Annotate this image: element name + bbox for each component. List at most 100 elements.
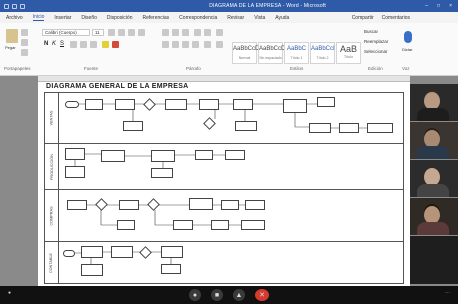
document-heading: DIAGRAMA GENERAL DE LA EMPRESA <box>46 83 189 90</box>
style-heading-1[interactable]: AaBbC Título 1 <box>284 42 309 64</box>
align-left-icon[interactable] <box>162 41 169 48</box>
save-icon[interactable] <box>12 3 17 9</box>
font-group: Calibri (Cuerpo) 11 N K S <box>40 25 156 63</box>
more-options-icon[interactable]: ⋯ <box>445 290 450 296</box>
group-label-paragraph: Párrafo <box>186 66 201 71</box>
grow-font-icon[interactable] <box>108 29 115 36</box>
underline-icon[interactable]: S <box>60 41 64 47</box>
connector-lines <box>74 153 225 168</box>
group-label-voice: Voz <box>402 66 410 71</box>
style-name: Título <box>344 55 353 59</box>
share-screen-button[interactable]: ▲ <box>233 289 245 301</box>
font-color-icon[interactable] <box>112 41 119 48</box>
justify-icon[interactable] <box>192 41 199 48</box>
autosave-icon[interactable] <box>4 3 9 9</box>
tab-archivo[interactable]: Archivo <box>6 15 23 21</box>
style-title[interactable]: AaB Título <box>336 42 361 64</box>
tab-inicio[interactable]: Inicio <box>32 14 45 21</box>
tab-diseno[interactable]: Diseño <box>81 15 97 21</box>
ribbon-tabs: Archivo Inicio Insertar Diseño Disposici… <box>0 12 458 23</box>
participant-video-1[interactable] <box>410 84 458 121</box>
bullets-icon[interactable] <box>162 29 169 36</box>
tab-correspondencia[interactable]: Correspondencia <box>179 15 217 21</box>
swimlane-produccion: PRODUCCIÓN <box>44 144 404 190</box>
align-center-icon[interactable] <box>172 41 179 48</box>
paste-label: Pegar <box>5 45 16 50</box>
close-icon[interactable]: × <box>449 3 452 9</box>
style-no-spacing[interactable]: AaBbCcDc Sin espaciado <box>258 42 288 64</box>
maximize-icon[interactable]: □ <box>437 3 440 9</box>
strikethrough-icon[interactable] <box>70 41 77 48</box>
style-sample: AaBbCcI <box>311 46 335 52</box>
participant-video-2[interactable] <box>410 122 458 159</box>
font-size-select[interactable]: 11 <box>92 29 104 36</box>
cut-icon[interactable] <box>21 29 28 36</box>
clear-format-icon[interactable] <box>138 29 145 36</box>
microphone-icon: ● <box>192 291 198 299</box>
style-name: Título 1 <box>290 56 303 60</box>
swimlane-ventas: VENTAS <box>44 92 404 144</box>
style-heading-2[interactable]: AaBbCcI Título 2 <box>310 42 335 64</box>
participants-icon[interactable]: ● <box>8 290 11 296</box>
editing-group: Buscar Reemplazar Seleccionar <box>362 25 398 63</box>
share-button[interactable]: Compartir <box>352 15 374 21</box>
subscript-icon[interactable] <box>80 41 87 48</box>
highlight-icon[interactable] <box>102 41 109 48</box>
tab-insertar[interactable]: Insertar <box>54 15 71 21</box>
style-name: Normal <box>238 56 251 60</box>
dictate-label: Dictar <box>402 47 413 52</box>
tab-revisar[interactable]: Revisar <box>227 15 244 21</box>
find-button[interactable]: Buscar <box>364 29 378 34</box>
line-spacing-icon[interactable] <box>204 41 211 48</box>
format-painter-icon[interactable] <box>21 49 28 56</box>
font-name-select[interactable]: Calibri (Cuerpo) <box>42 29 90 36</box>
paragraph-group <box>160 25 230 63</box>
change-case-icon[interactable] <box>128 29 135 36</box>
borders-icon[interactable] <box>216 41 223 48</box>
hang-up-button[interactable]: ✕ <box>255 289 269 301</box>
microphone-icon[interactable] <box>404 31 412 43</box>
sort-icon[interactable] <box>216 29 223 36</box>
multilevel-list-icon[interactable] <box>182 29 189 36</box>
undo-icon[interactable] <box>20 3 25 9</box>
swimlane-contable: CONTABLE <box>44 242 404 284</box>
numbering-icon[interactable] <box>172 29 179 36</box>
align-right-icon[interactable] <box>182 41 189 48</box>
quick-access-toolbar <box>0 3 110 9</box>
voice-group: Dictar <box>400 25 418 63</box>
camera-toggle[interactable]: ■ <box>211 289 223 301</box>
window-title: DIAGRAMA DE LA EMPRESA - Word - Microsof… <box>209 3 326 9</box>
minimize-icon[interactable]: – <box>425 3 428 9</box>
comments-button[interactable]: Comentarios <box>382 15 410 21</box>
select-button[interactable]: Seleccionar <box>364 49 388 54</box>
participant-video-5[interactable] <box>410 236 458 284</box>
document-page[interactable]: DIAGRAMA GENERAL DE LA EMPRESA VENTAS PR… <box>38 82 410 286</box>
microphone-toggle[interactable]: ● <box>189 289 201 301</box>
participant-video-4[interactable] <box>410 198 458 235</box>
tabs-right: Compartir Comentarios <box>352 15 458 21</box>
copy-icon[interactable] <box>21 39 28 46</box>
group-label-editing: Edición <box>368 66 383 71</box>
group-label-styles: Estilos <box>290 66 304 71</box>
increase-indent-icon[interactable] <box>204 29 211 36</box>
connector-lines <box>75 251 172 264</box>
swimlane-compras: COMPRAS <box>44 190 404 242</box>
italic-icon[interactable]: K <box>52 41 56 47</box>
bold-icon[interactable]: N <box>44 41 48 47</box>
tab-ayuda[interactable]: Ayuda <box>275 15 289 21</box>
tab-disposicion[interactable]: Disposición <box>107 15 133 21</box>
superscript-icon[interactable] <box>90 41 97 48</box>
participant-video-3[interactable] <box>410 160 458 197</box>
style-sample: AaBbC <box>286 46 306 52</box>
style-name: Título 2 <box>316 56 329 60</box>
decrease-indent-icon[interactable] <box>194 29 201 36</box>
replace-button[interactable]: Reemplazar <box>364 39 388 44</box>
tab-referencias[interactable]: Referencias <box>142 15 169 21</box>
style-normal[interactable]: AaBbCcDc Normal <box>232 42 262 64</box>
group-label-clipboard: Portapapeles <box>4 66 31 71</box>
tab-vista[interactable]: Vista <box>254 15 265 21</box>
style-name: Sin espaciado <box>259 56 282 60</box>
paste-icon[interactable] <box>6 29 18 43</box>
shrink-font-icon[interactable] <box>118 29 125 36</box>
title-bar: DIAGRAMA DE LA EMPRESA - Word - Microsof… <box>0 0 458 12</box>
